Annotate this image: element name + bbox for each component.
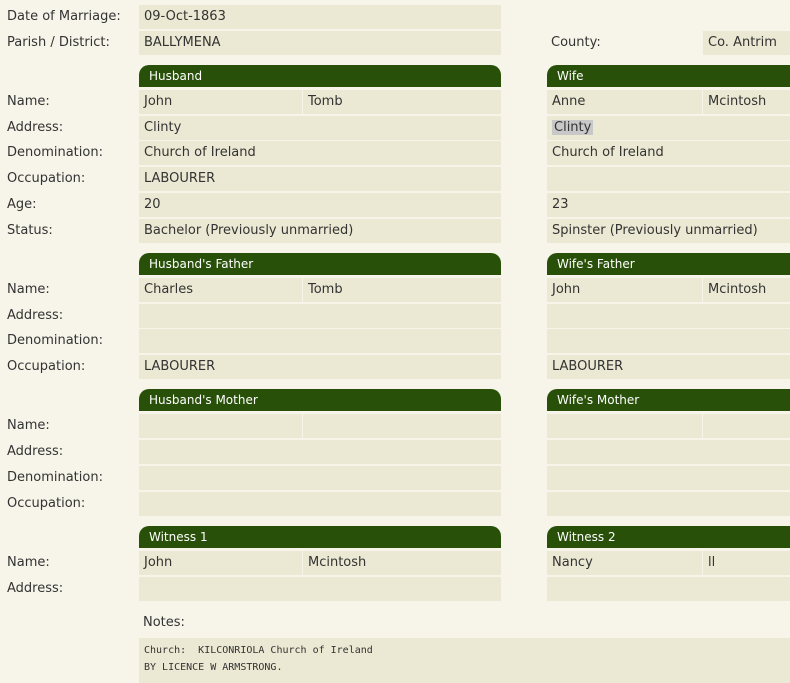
husbands-father-header: Husband's Father xyxy=(139,253,501,275)
husbands-mother-first-name xyxy=(139,414,302,438)
age-label: Age: xyxy=(7,197,37,212)
husbands-father-occupation: LABOURER xyxy=(139,355,501,379)
witness2-address xyxy=(547,577,790,601)
wife-surname: Mcintosh xyxy=(703,90,790,114)
mother-occupation-label: Occupation: xyxy=(7,496,86,511)
husbands-father-surname: Tomb xyxy=(303,278,501,302)
wifes-mother-occupation xyxy=(547,492,790,516)
husband-address: Clinty xyxy=(139,116,501,140)
wife-first-name: Anne xyxy=(547,90,702,114)
husbands-mother-denomination xyxy=(139,466,501,490)
mother-address-label: Address: xyxy=(7,444,64,459)
husband-name-label: Name: xyxy=(7,94,50,109)
mother-name-label: Name: xyxy=(7,418,50,433)
witness2-surname: ll xyxy=(703,551,790,575)
husband-occupation: LABOURER xyxy=(139,167,501,191)
wifes-mother-surname xyxy=(703,414,790,438)
wife-header: Wife xyxy=(547,65,790,87)
wife-occupation xyxy=(547,167,790,191)
wife-status: Spinster (Previously unmarried) xyxy=(547,219,790,243)
notes-label: Notes: xyxy=(143,615,185,630)
father-address-label: Address: xyxy=(7,308,64,323)
parish-value: BALLYMENA xyxy=(139,31,501,55)
witness2-header: Witness 2 xyxy=(547,526,790,548)
witness-address-label: Address: xyxy=(7,581,64,596)
husbands-mother-surname xyxy=(303,414,501,438)
wifes-father-occupation: LABOURER xyxy=(547,355,790,379)
wife-denomination: Church of Ireland xyxy=(547,141,790,165)
husband-surname: Tomb xyxy=(303,90,501,114)
wifes-mother-first-name xyxy=(547,414,702,438)
wifes-father-denomination xyxy=(547,329,790,353)
husbands-mother-header: Husband's Mother xyxy=(139,389,501,411)
father-name-label: Name: xyxy=(7,282,50,297)
father-occupation-label: Occupation: xyxy=(7,359,86,374)
husband-occupation-label: Occupation: xyxy=(7,171,86,186)
witness1-address xyxy=(139,577,501,601)
witness1-surname: Mcintosh xyxy=(303,551,501,575)
wife-address-cell: Clinty xyxy=(547,116,790,140)
husbands-mother-address xyxy=(139,440,501,464)
witness2-first-name: Nancy xyxy=(547,551,702,575)
husband-age: 20 xyxy=(139,193,501,217)
county-value: Co. Antrim xyxy=(703,31,790,55)
witness1-first-name: John xyxy=(139,551,302,575)
husband-header: Husband xyxy=(139,65,501,87)
wifes-mother-denomination xyxy=(547,466,790,490)
witness1-header: Witness 1 xyxy=(139,526,501,548)
husband-denomination-label: Denomination: xyxy=(7,145,103,160)
wifes-mother-address xyxy=(547,440,790,464)
notes-text: Church: KILCONRIOLA Church of Ireland BY… xyxy=(139,638,790,683)
wifes-father-header: Wife's Father xyxy=(547,253,790,275)
wifes-father-first-name: John xyxy=(547,278,702,302)
husband-denomination: Church of Ireland xyxy=(139,141,501,165)
husbands-father-address xyxy=(139,304,501,328)
husband-first-name: John xyxy=(139,90,302,114)
status-label: Status: xyxy=(7,223,53,238)
husbands-father-denomination xyxy=(139,329,501,353)
father-denomination-label: Denomination: xyxy=(7,333,103,348)
witness-name-label: Name: xyxy=(7,555,50,570)
county-label: County: xyxy=(551,35,601,50)
parish-label: Parish / District: xyxy=(7,35,110,50)
husbands-father-first-name: Charles xyxy=(139,278,302,302)
date-of-marriage-value: 09-Oct-1863 xyxy=(139,5,501,29)
mother-denomination-label: Denomination: xyxy=(7,470,103,485)
date-of-marriage-label: Date of Marriage: xyxy=(7,9,121,24)
wifes-father-address xyxy=(547,304,790,328)
wife-address: Clinty xyxy=(552,120,594,135)
husband-address-label: Address: xyxy=(7,120,64,135)
wifes-father-surname: Mcintosh xyxy=(703,278,790,302)
wife-age: 23 xyxy=(547,193,790,217)
wifes-mother-header: Wife's Mother xyxy=(547,389,790,411)
husband-status: Bachelor (Previously unmarried) xyxy=(139,219,501,243)
husbands-mother-occupation xyxy=(139,492,501,516)
